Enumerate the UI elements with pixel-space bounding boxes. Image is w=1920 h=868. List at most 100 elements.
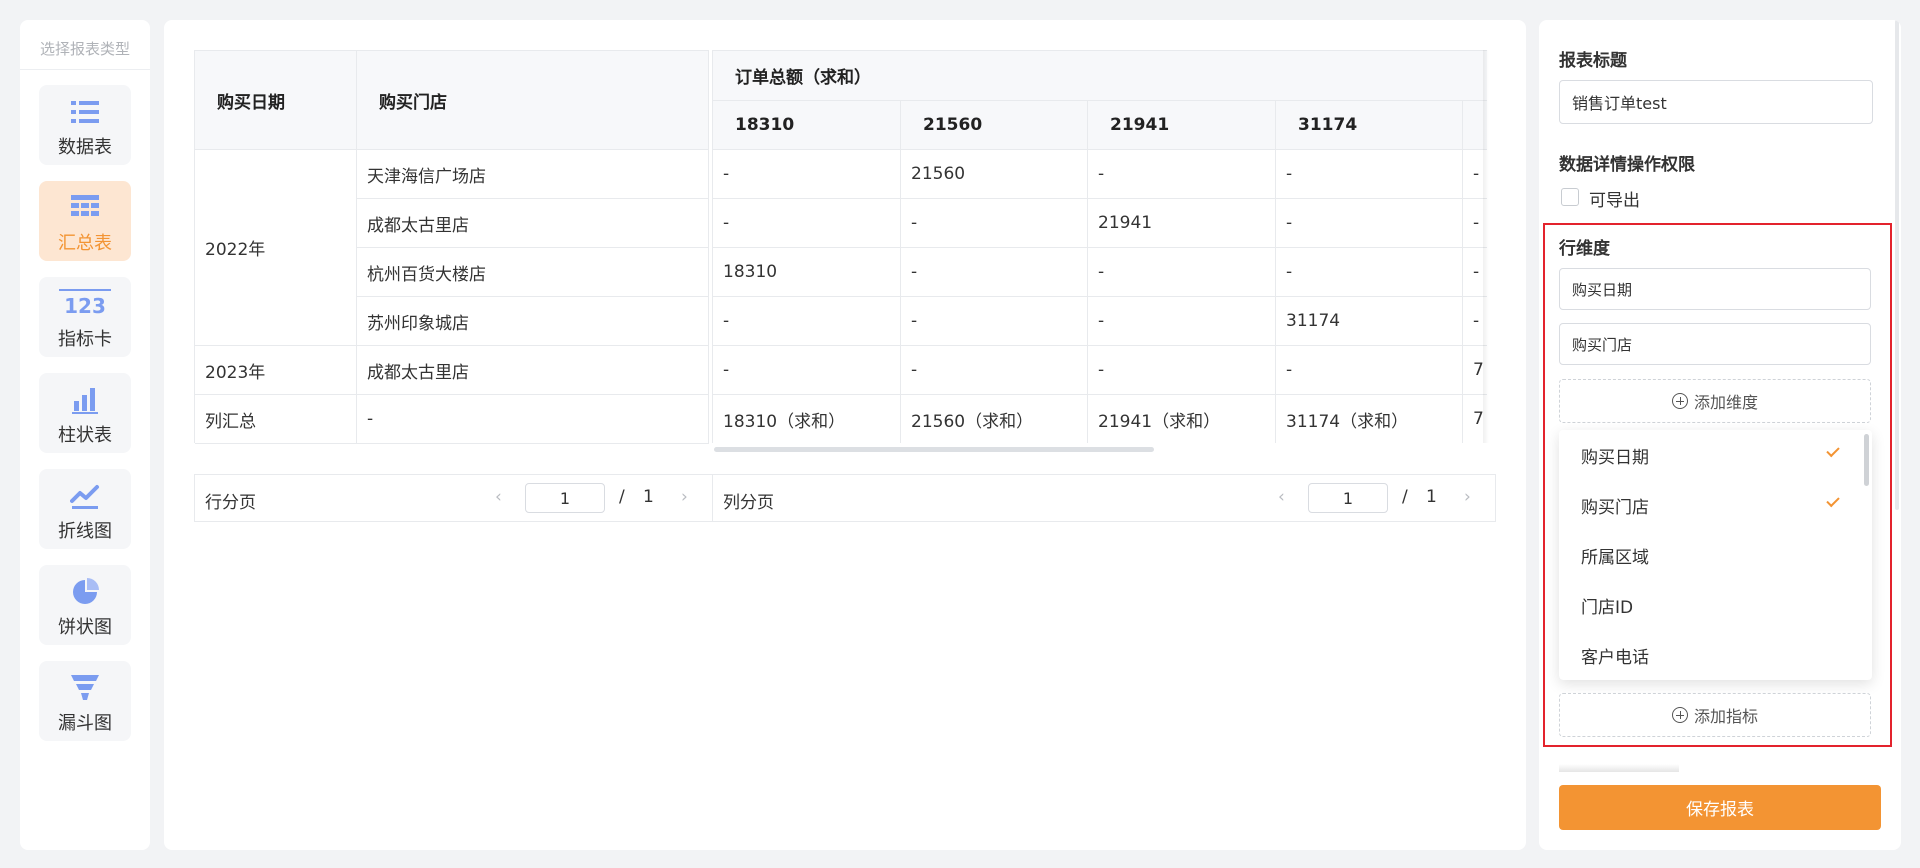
report-type-summary-table[interactable]: 汇总表 xyxy=(39,181,131,261)
dropdown-option-label: 客户电话 xyxy=(1581,647,1649,668)
data-cell: - xyxy=(901,248,1088,297)
line-chart-icon xyxy=(70,485,99,509)
total-cell: 21941（求和） xyxy=(1088,395,1276,443)
check-icon xyxy=(1826,443,1840,458)
summary-table-icon xyxy=(71,195,99,216)
row-page-input[interactable] xyxy=(525,483,605,513)
report-title-input[interactable]: 销售订单test xyxy=(1559,80,1873,124)
sidebar-title: 选择报表类型 xyxy=(39,40,130,58)
dropdown-option-label: 购买日期 xyxy=(1581,447,1649,468)
report-type-metric-card[interactable]: 123 指标卡 xyxy=(39,277,131,357)
data-cell: 18310 xyxy=(713,248,901,297)
exportable-label: 可导出 xyxy=(1589,191,1640,211)
data-cell: - xyxy=(1088,150,1276,199)
report-title-label: 报表标题 xyxy=(1559,51,1627,71)
column-pager: 列分页 ‹ / 1 › xyxy=(712,474,1496,522)
data-cell: - xyxy=(1276,150,1463,199)
dropdown-option-label: 门店ID xyxy=(1581,597,1634,618)
add-dimension-label: 添加维度 xyxy=(1693,393,1758,412)
permission-label: 数据详情操作权限 xyxy=(1559,155,1695,175)
funnel-icon xyxy=(71,675,99,700)
col-page-input[interactable] xyxy=(1308,483,1388,513)
total-row-store: - xyxy=(357,395,709,444)
data-cell: - xyxy=(1088,346,1276,395)
number-card-icon-text: 123 xyxy=(64,294,106,318)
pivot-table: 购买日期 购买门店 2022年 天津海信广场店 成都太古里店 杭州百货大楼店 苏… xyxy=(194,50,1496,522)
total-row-label: 列汇总 xyxy=(195,395,357,444)
chevron-right-icon[interactable]: › xyxy=(1464,487,1471,507)
data-cell: - xyxy=(901,199,1088,248)
row-group-date: 2023年 xyxy=(195,346,357,395)
plus-circle-icon xyxy=(1671,707,1688,723)
data-cell: - xyxy=(713,150,901,199)
dropdown-option[interactable]: 购买日期 xyxy=(1559,430,1872,480)
row-dimension-store[interactable]: 购买门店 xyxy=(1559,323,1871,365)
data-cell: - xyxy=(1088,248,1276,297)
report-type-label: 饼状图 xyxy=(58,617,112,638)
data-cell: - xyxy=(901,346,1088,395)
row-store: 苏州印象城店 xyxy=(357,297,709,346)
report-type-label: 汇总表 xyxy=(58,233,112,254)
partial-section-label xyxy=(1559,764,1679,772)
config-scrollbar[interactable] xyxy=(1895,20,1899,510)
dropdown-option[interactable]: 购买门店 xyxy=(1559,480,1872,530)
col-pager-total: 1 xyxy=(1426,487,1437,507)
data-cell: - xyxy=(713,346,901,395)
row-dimension-date[interactable]: 购买日期 xyxy=(1559,268,1871,310)
report-type-bar-chart[interactable]: 柱状表 xyxy=(39,373,131,453)
dropdown-option[interactable]: 客户电话 xyxy=(1559,630,1872,680)
row-pager-total: 1 xyxy=(643,487,654,507)
data-cell: - xyxy=(1276,199,1463,248)
report-type-pie-chart[interactable]: 饼状图 xyxy=(39,565,131,645)
data-cell: 21560 xyxy=(901,150,1088,199)
add-metric-button[interactable]: 添加指标 xyxy=(1559,693,1871,737)
pivot-column-area[interactable]: 订单总额（求和） 18310 21560 21941 31174 - 21560… xyxy=(712,50,1487,443)
chevron-left-icon[interactable]: ‹ xyxy=(1278,487,1285,507)
report-type-line-chart[interactable]: 折线图 xyxy=(39,469,131,549)
data-cell: 31174 xyxy=(1276,297,1463,346)
row-store: 成都太古里店 xyxy=(357,199,709,248)
horizontal-scrollbar[interactable] xyxy=(714,447,1154,452)
exportable-checkbox[interactable] xyxy=(1561,188,1579,206)
column-header[interactable]: 18310 xyxy=(713,101,901,150)
pie-chart-icon xyxy=(73,578,99,604)
add-dimension-button[interactable]: 添加维度 xyxy=(1559,379,1871,423)
sidebar-divider xyxy=(20,69,150,70)
dropdown-option-label: 购买门店 xyxy=(1581,497,1649,518)
data-cell: - xyxy=(713,199,901,248)
check-icon xyxy=(1826,493,1840,508)
column-header[interactable]: 21941 xyxy=(1088,101,1276,150)
row-pager-separator: / xyxy=(619,487,625,507)
column-header[interactable]: 21560 xyxy=(901,101,1088,150)
dimension-dropdown: 购买日期 购买门店 所属区域 门店ID 客户电话 xyxy=(1559,430,1872,680)
report-type-funnel-chart[interactable]: 漏斗图 xyxy=(39,661,131,741)
bar-chart-icon xyxy=(72,388,98,414)
save-report-button[interactable]: 保存报表 xyxy=(1559,785,1881,830)
dropdown-option-label: 所属区域 xyxy=(1581,547,1649,568)
report-type-data-table[interactable]: 数据表 xyxy=(39,85,131,165)
chevron-right-icon[interactable]: › xyxy=(681,487,688,507)
data-cell: - xyxy=(713,297,901,346)
report-type-label: 折线图 xyxy=(58,521,112,542)
report-type-label: 数据表 xyxy=(58,137,112,158)
row-pager-label: 行分页 xyxy=(205,493,256,513)
report-preview: 购买日期 购买门店 2022年 天津海信广场店 成都太古里店 杭州百货大楼店 苏… xyxy=(164,20,1526,850)
dropdown-option[interactable]: 所属区域 xyxy=(1559,530,1872,580)
row-header-store[interactable]: 购买门店 xyxy=(357,51,709,150)
total-cell: 18310（求和） xyxy=(713,395,901,443)
col-pager-label: 列分页 xyxy=(723,493,774,513)
row-group-date: 2022年 xyxy=(195,150,357,346)
chevron-left-icon[interactable]: ‹ xyxy=(495,487,502,507)
column-header[interactable]: 31174 xyxy=(1276,101,1463,150)
row-dimension-label: 行维度 xyxy=(1559,239,1610,259)
dropdown-option[interactable]: 门店ID xyxy=(1559,580,1872,630)
row-store: 成都太古里店 xyxy=(357,346,709,395)
measure-header: 订单总额（求和） xyxy=(713,51,1487,101)
row-store: 杭州百货大楼店 xyxy=(357,248,709,297)
report-type-label: 柱状表 xyxy=(58,425,112,446)
row-header-date[interactable]: 购买日期 xyxy=(195,51,357,150)
total-cell: 21560（求和） xyxy=(901,395,1088,443)
total-cell: 31174（求和） xyxy=(1276,395,1463,443)
report-type-label: 指标卡 xyxy=(58,329,112,350)
scroll-shadow xyxy=(1483,50,1489,443)
